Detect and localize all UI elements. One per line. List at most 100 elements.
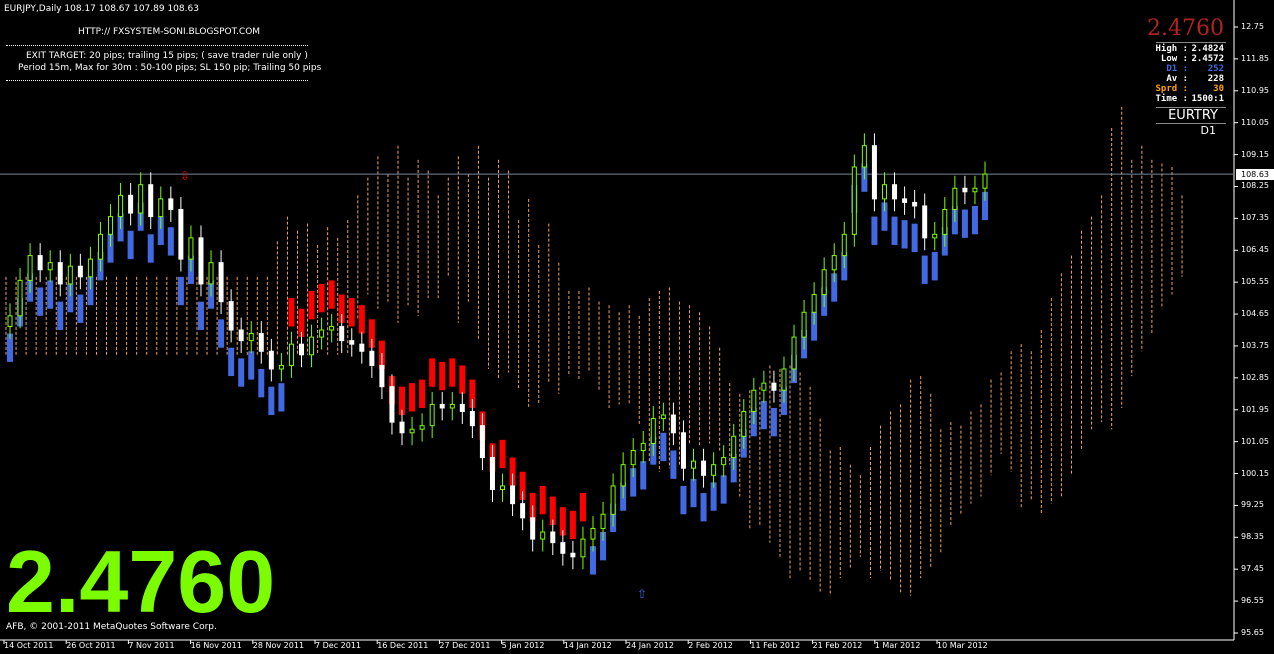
candle-body (741, 411, 747, 437)
candle-body (811, 294, 817, 313)
candle-body (359, 343, 365, 352)
info-row: Time :1500:1 (1155, 94, 1224, 105)
price-tick-label: 12.75 (1241, 22, 1264, 31)
candle-body (701, 460, 707, 476)
trend-bar (439, 361, 446, 391)
candle-body (932, 233, 938, 239)
candle-body (379, 364, 385, 388)
candle-body (600, 513, 606, 529)
trend-bar (419, 379, 426, 408)
trend-bar (891, 216, 898, 245)
price-tick-label: 107.35 (1241, 213, 1269, 223)
time-tick-label: 16 Dec 2011 (377, 641, 429, 650)
down-arrow-icon: ⇩ (180, 169, 190, 183)
candle-body (711, 464, 717, 476)
candle-body (188, 237, 194, 260)
up-arrow-icon: ⇧ (637, 587, 647, 601)
time-tick-label: 10 Mar 2012 (937, 641, 988, 650)
info-row-label: Time : (1155, 94, 1188, 104)
price-tick-label: 104.65 (1241, 309, 1269, 319)
divider (1156, 42, 1226, 43)
candle-body (97, 233, 103, 260)
candle-body (67, 265, 73, 285)
info-pair: EURTRY (1168, 108, 1218, 123)
trend-bar (429, 358, 436, 387)
info-row-label: Sprd : (1155, 84, 1188, 94)
period-text: Period 15m, Max for 30m : 50-100 pips; S… (18, 63, 322, 73)
price-tick-label: 101.05 (1241, 436, 1269, 446)
time-tick-label: 14 Jan 2012 (563, 641, 612, 650)
candle-body (881, 184, 887, 200)
time-tick-label: 21 Feb 2012 (812, 641, 863, 650)
candle-body (520, 503, 526, 519)
candle-body (670, 414, 676, 434)
candle-body (861, 145, 867, 168)
trend-bar (127, 230, 134, 260)
time-tick-label: 27 Dec 2011 (439, 641, 491, 650)
current-price-label: 108.63 (1236, 169, 1274, 181)
candle-body (37, 255, 43, 271)
trend-bar (308, 291, 315, 320)
price-tick-label: 98.35 (1241, 532, 1264, 542)
divider (6, 80, 308, 81)
candle-body (218, 262, 224, 303)
time-tick-label: 28 Nov 2011 (252, 641, 305, 650)
trend-bar (77, 294, 84, 323)
info-row-label: D1 : (1166, 64, 1188, 74)
candle-body (761, 382, 767, 391)
trend-bar (690, 478, 697, 508)
trend-bar (931, 252, 938, 281)
candle-body (580, 538, 586, 558)
info-row-label: Low : (1160, 54, 1188, 64)
candle-body (158, 198, 164, 218)
candle-body (77, 265, 83, 278)
candle-body (781, 368, 787, 391)
candle-body (7, 315, 13, 327)
info-timeframe: D1 (1200, 124, 1216, 137)
trend-bar (680, 485, 687, 515)
candle-body (851, 166, 857, 235)
candle-body (258, 333, 264, 352)
candle-body (942, 209, 948, 235)
blog-url: HTTP:// FXSYSTEM-SONI.BLOGSPOT.COM (78, 27, 261, 37)
candle-body (409, 428, 415, 434)
candle-body (831, 255, 837, 271)
price-tick-label: 101.95 (1241, 404, 1269, 414)
candle-body (660, 414, 666, 420)
trend-bar (348, 298, 355, 327)
candle-body (892, 184, 898, 200)
price-tick-label: 105.55 (1241, 277, 1269, 287)
trend-bar (901, 220, 908, 249)
candle-body (419, 425, 425, 430)
price-tick-label: 106.45 (1241, 245, 1269, 255)
candle-body (751, 389, 757, 413)
trend-bar (218, 319, 225, 348)
price-tick-label: 102.85 (1241, 372, 1269, 382)
candle-body (309, 336, 315, 356)
trend-bar (720, 475, 727, 504)
candle-body (540, 531, 546, 540)
trend-bar (167, 227, 174, 256)
candle-body (268, 350, 274, 370)
candle-body (721, 457, 727, 466)
candle-body (560, 542, 566, 554)
divider (6, 45, 308, 46)
trend-bar (499, 439, 506, 469)
trend-bar (459, 365, 466, 394)
candle-body (962, 187, 968, 193)
price-tick-label: 110.95 (1241, 85, 1269, 95)
time-tick-label: 1 Mar 2012 (874, 641, 921, 650)
candle-body (178, 209, 184, 260)
trend-bar (37, 287, 44, 316)
trend-bar (197, 301, 204, 330)
info-row-value: 1500:1 (1191, 94, 1224, 104)
price-tick-label: 99.25 (1241, 500, 1264, 510)
price-tick-label: 109.15 (1241, 149, 1269, 159)
candle-body (510, 485, 516, 505)
candle-body (871, 145, 877, 200)
candle-body (771, 382, 777, 391)
candle-body (530, 517, 536, 540)
price-tick-label: 97.45 (1241, 564, 1264, 574)
candle-body (389, 386, 395, 423)
trend-bar (328, 280, 335, 309)
